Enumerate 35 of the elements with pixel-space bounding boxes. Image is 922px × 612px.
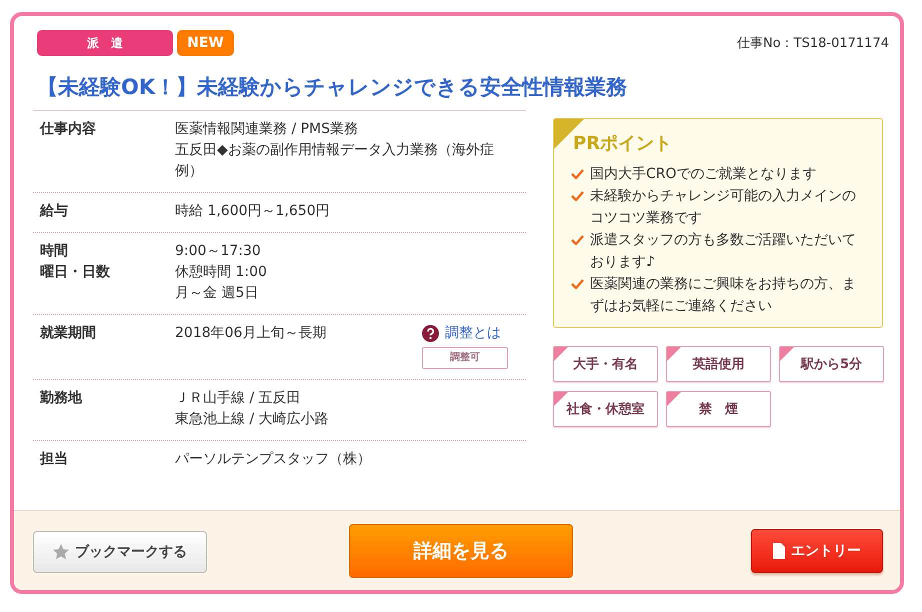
field-label: 時間	[40, 242, 69, 261]
field-value: 東急池上線 / 大崎広小路	[175, 410, 330, 429]
field-label: 担当	[40, 450, 69, 469]
field-value: 月～金 週5日	[175, 284, 260, 303]
field-value: 医薬情報関連業務 / PMS業務	[175, 120, 360, 139]
field-value: 五反田◆お薬の副作用情報データ入力業務（海外症例）	[175, 141, 495, 181]
feature-tag: 駅から5分	[779, 346, 884, 382]
pr-point: 国内大手CROでのご就業となります	[590, 165, 818, 184]
field-label: 勤務地	[40, 389, 83, 408]
help-link[interactable]: 調整とは	[422, 323, 501, 344]
field-value: 2018年06月上旬～長期	[175, 324, 328, 343]
feature-tag: 禁 煙	[666, 391, 771, 427]
field-value: パーソルテンプスタッフ（株）	[175, 450, 372, 469]
job-title: 【未経験OK！】未経験からチャレンジできる安全性情報業務	[37, 74, 628, 101]
field-value: 時給 1,600円～1,650円	[175, 202, 331, 221]
field-label: 給与	[40, 202, 69, 221]
feature-tag: 社食・休憩室	[553, 391, 658, 427]
field-label: 就業期間	[40, 324, 97, 343]
adjustable-tag: 調整可	[422, 347, 508, 369]
entry-button[interactable]: エントリー	[751, 528, 883, 572]
feature-tag: 英語使用	[666, 346, 771, 382]
feature-tag: 大手・有名	[553, 346, 658, 382]
pr-point: 未経験からチャレンジ可能の入力メインのコツコツ業務です	[590, 187, 857, 228]
new-badge: NEW	[177, 30, 234, 56]
field-label: 曜日・日数	[40, 263, 111, 282]
bookmark-button[interactable]: ブックマークする	[33, 530, 207, 572]
job-type-badge: 派 遣	[37, 30, 173, 56]
pr-title: PRポイント	[573, 132, 674, 156]
field-label: 仕事内容	[40, 120, 97, 139]
field-value: ＪＲ山手線 / 五反田	[175, 389, 302, 408]
pr-point: 派遣スタッフの方も多数ご活躍いただいております♪	[590, 231, 857, 272]
job-number: 仕事No：TS18-0171174	[736, 35, 889, 52]
pr-point: 医薬関連の業務にご興味をお持ちの方、まずはお気軽にご連絡ください	[590, 275, 857, 316]
field-value: 9:00～17:30	[175, 242, 262, 261]
field-value: 休憩時間 1:00	[175, 263, 268, 282]
